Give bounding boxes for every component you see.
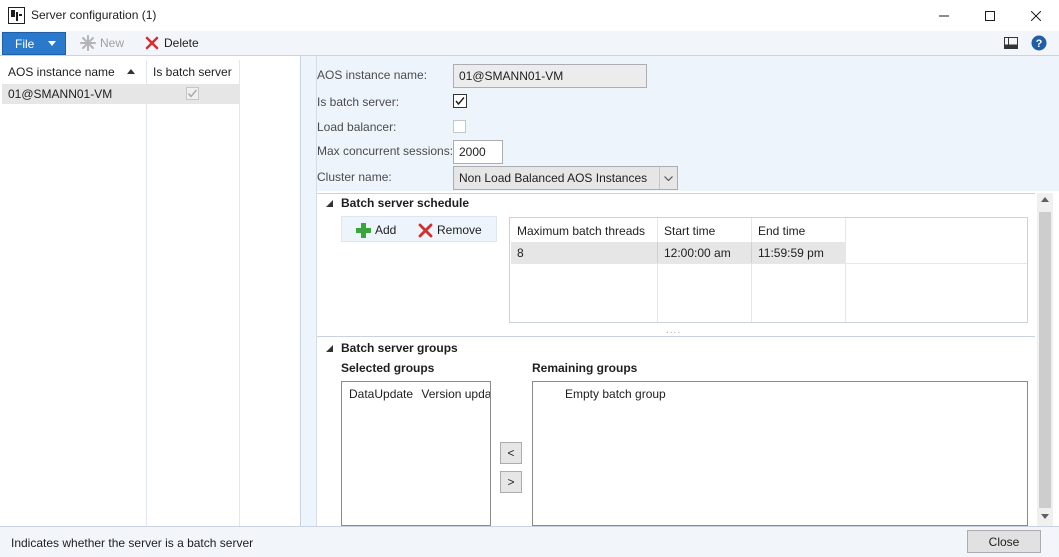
server-list-grid [0,56,301,526]
cluster-name-label: Cluster name: [317,170,392,184]
minimize-button[interactable] [921,0,967,31]
add-schedule-button[interactable]: Add [356,222,396,238]
new-star-icon [80,35,96,51]
list-item[interactable]: DataUpdate [349,387,413,401]
selected-groups-list[interactable]: DataUpdate Version updat [341,381,491,526]
cluster-name-value: Non Load Balanced AOS Instances [459,171,648,185]
grid-column-divider [751,242,752,263]
scroll-down-icon[interactable] [1041,514,1049,519]
section-divider [317,193,1035,194]
column-header-label: Is batch server [153,65,232,79]
collapse-triangle-icon[interactable] [326,345,333,352]
remove-x-icon [418,223,433,237]
dropdown-toggle[interactable] [659,167,677,189]
list-item[interactable]: Empty batch group [565,387,666,401]
cell-is-batch-server-checkbox [186,87,199,100]
add-button-label: Add [375,223,397,237]
is-batch-server-label: Is batch server: [317,95,400,109]
column-header-end-time[interactable]: End time [758,224,805,238]
remove-schedule-button[interactable]: Remove [418,222,482,238]
scroll-up-icon[interactable] [1041,197,1049,202]
svg-text:?: ? [1036,38,1043,50]
aos-instance-name-field[interactable]: 01@SMANN01-VM [453,64,647,88]
remaining-groups-list[interactable]: Empty batch group [532,381,1028,526]
list-item[interactable]: Version updat [421,387,490,401]
close-button[interactable]: Close [967,530,1041,553]
app-logo-icon [8,7,25,24]
grid-row-divider [511,263,1027,264]
window-title: Server configuration (1) [31,8,157,22]
column-header-start-time[interactable]: Start time [664,224,715,238]
grid-column-divider [657,242,658,263]
checkmark-icon [453,94,467,108]
new-button-label: New [100,36,125,50]
pane-splitter[interactable] [301,56,317,526]
collapse-triangle-icon[interactable] [326,200,333,207]
delete-button[interactable]: Delete [145,35,199,51]
is-batch-server-checkbox[interactable] [453,94,467,108]
chevron-down-icon [48,41,57,46]
sort-ascending-icon [127,69,135,74]
title-bar [0,0,1059,31]
layout-icon [1004,37,1018,49]
chevron-down-icon [664,175,673,181]
delete-x-icon [145,36,159,50]
cell-end-time: 11:59:59 pm [758,246,824,260]
column-header-is-batch-server[interactable]: Is batch server [153,65,232,79]
aos-instance-name-label: AOS instance name: [317,68,428,82]
checkmark-icon [186,87,199,100]
move-left-button[interactable]: < [500,442,522,464]
delete-button-label: Delete [164,36,199,50]
help-icon: ? [1031,35,1047,51]
close-icon [1031,10,1041,21]
grid-column-divider [845,218,846,322]
add-plus-icon [356,222,371,238]
load-balancer-checkbox[interactable] [453,120,466,133]
selected-groups-label: Selected groups [341,361,435,375]
schedule-section-title[interactable]: Batch server schedule [341,196,469,210]
grid-column-divider [239,60,240,526]
cell-aos-instance-name: 01@SMANN01-VM [8,87,113,101]
cluster-name-dropdown[interactable]: Non Load Balanced AOS Instances [453,166,678,190]
cell-max-threads: 8 [517,246,524,260]
max-sessions-label: Max concurrent sessions: [317,144,454,158]
remove-button-label: Remove [437,223,482,237]
scrollbar-thumb[interactable] [1039,212,1051,508]
column-header-aos-instance[interactable]: AOS instance name [8,65,115,79]
column-header-label: AOS instance name [8,65,115,79]
new-button[interactable]: New [80,35,124,51]
column-header-max-threads[interactable]: Maximum batch threads [517,224,645,238]
max-sessions-field[interactable]: 2000 [453,140,503,164]
grid-column-divider [146,60,147,526]
section-divider [317,336,1035,337]
maximize-button[interactable] [967,0,1013,31]
groups-section-title[interactable]: Batch server groups [341,341,458,355]
close-window-button[interactable] [1013,0,1059,31]
load-balancer-label: Load balancer: [317,120,397,134]
status-text: Indicates whether the server is a batch … [11,536,254,550]
move-right-button[interactable]: > [500,471,522,493]
cell-start-time: 12:00:00 am [664,246,731,260]
file-menu-label: File [15,36,35,51]
maximize-icon [985,10,995,21]
grid-column-divider [657,218,658,322]
remaining-groups-label: Remaining groups [532,361,638,375]
help-button[interactable]: ? [1031,35,1047,51]
file-menu-button[interactable]: File [2,32,66,55]
grid-column-divider [751,218,752,322]
section-resize-grip[interactable]: .... [666,325,681,336]
layout-toggle-button[interactable] [1003,35,1019,51]
minimize-icon [939,15,949,16]
